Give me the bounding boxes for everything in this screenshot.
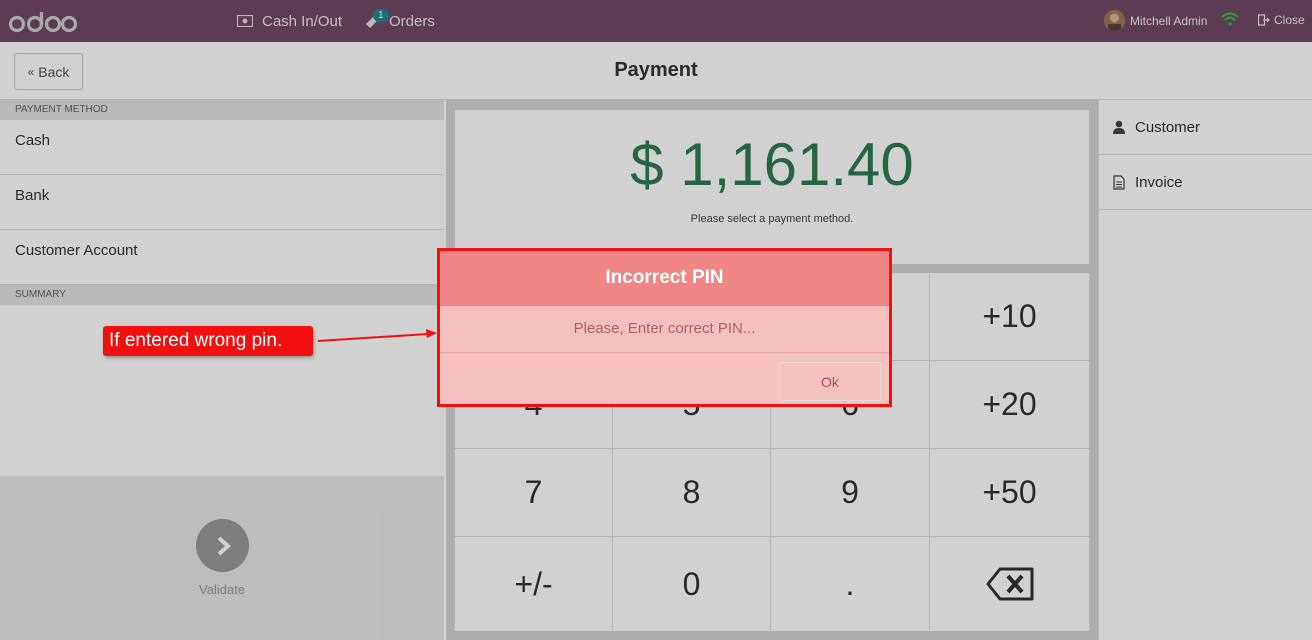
dialog-title: Incorrect PIN xyxy=(440,251,889,306)
dialog-message: Please, Enter correct PIN... xyxy=(440,306,889,353)
incorrect-pin-dialog: Incorrect PIN Please, Enter correct PIN.… xyxy=(437,248,892,407)
annotation-callout: If entered wrong pin. xyxy=(103,326,313,356)
ok-button[interactable]: Ok xyxy=(779,362,881,401)
